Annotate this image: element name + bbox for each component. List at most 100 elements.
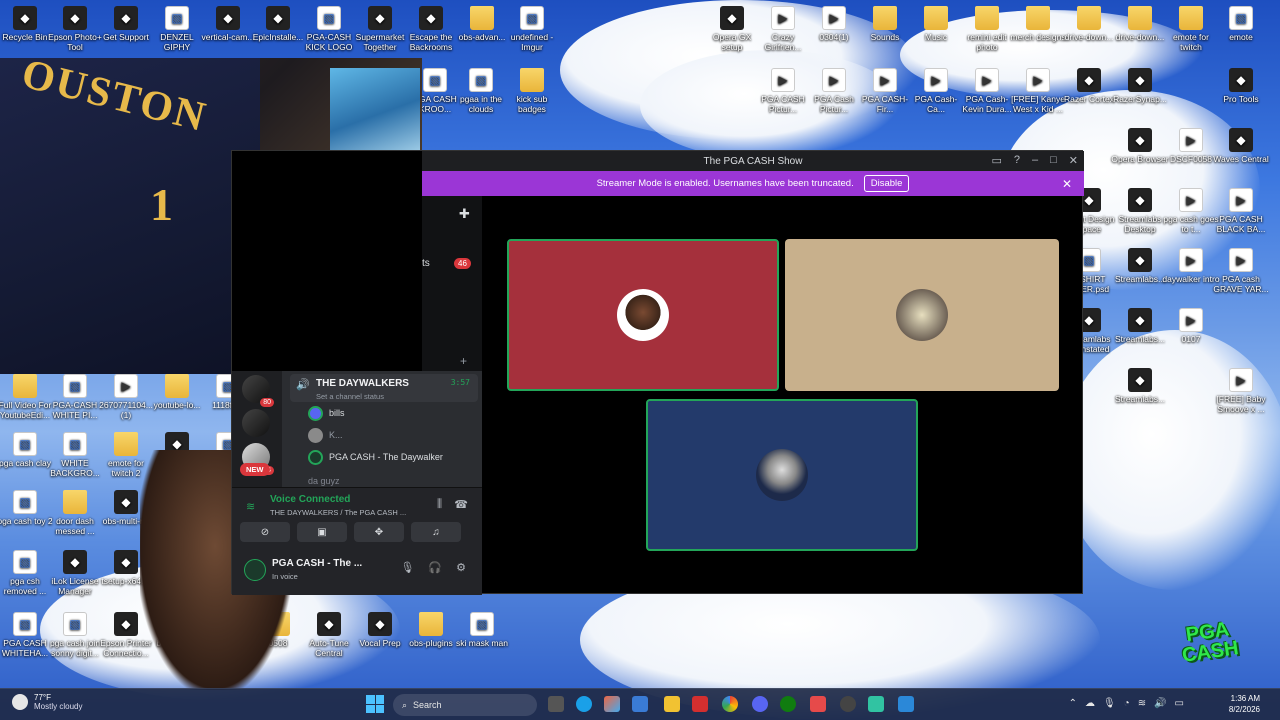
desktop-icon[interactable]: merch designs [1009, 6, 1067, 42]
desktop-icon[interactable]: ◆ Opera GX setup [703, 6, 761, 52]
mic-icon[interactable]: 🎙 [400, 561, 414, 574]
network-icon[interactable]: ◔ [1124, 698, 1130, 709]
desktop-icon[interactable]: ▧ undefined - Imgur [503, 6, 561, 52]
desktop-icon[interactable]: ◆ Opera Browser [1111, 128, 1169, 164]
mic-tray-icon[interactable]: 🎙 [1103, 698, 1116, 709]
close-icon[interactable]: ✕ [1069, 154, 1078, 167]
desktop-icon[interactable]: ▧ pgaa in the clouds [452, 68, 510, 114]
voice-connected-subtitle[interactable]: THE DAYWALKERS / The PGA CASH ... [270, 508, 406, 517]
taskbar-search[interactable]: ⌕ Search [393, 694, 537, 716]
desktop-icon[interactable]: ◆ Streamlabs Desktop [1111, 188, 1169, 234]
desktop-icon[interactable]: ▧ PGA-CASH KICK LOGO [300, 6, 358, 52]
app-icon[interactable] [898, 696, 914, 712]
desktop-icon[interactable]: ◆ RazerSynap... [1111, 68, 1169, 104]
voice-member[interactable]: bills [308, 405, 345, 421]
voice-member[interactable]: K... [308, 427, 343, 443]
start-button[interactable] [366, 695, 384, 713]
voice-channel-header[interactable]: 🔊 THE DAYWALKERS 3:57 Set a channel stat… [290, 374, 478, 402]
server-icon[interactable]: 80 [242, 375, 274, 407]
desktop-icon[interactable]: ▧ WHITE BACKGRO... [46, 432, 104, 478]
channel-status-input[interactable]: Set a channel status [316, 392, 384, 401]
desktop-icon[interactable]: ▶ PGA Cash Pictur... [805, 68, 863, 114]
headphones-icon[interactable]: 🎧 [428, 561, 442, 574]
desktop-icon[interactable]: Music [907, 6, 965, 42]
desktop-icon[interactable]: ◆ Streamlabs... [1111, 368, 1169, 404]
desktop-icon[interactable]: obs-plugins [402, 612, 460, 648]
desktop-icon[interactable]: youtube-lo... [148, 374, 206, 410]
obs-icon[interactable] [840, 696, 856, 712]
desktop-icon[interactable]: ▶ Crazy Girlfrien... [754, 6, 812, 52]
desktop-icon[interactable]: ▧ emote [1212, 6, 1270, 42]
desktop-icon[interactable]: ▶ PGA Cash-Ca... [907, 68, 965, 114]
task-view-icon[interactable] [548, 696, 564, 712]
desktop-icon[interactable]: ▶ [FREE] Baby Smoove x ... [1212, 368, 1270, 414]
voice-member[interactable]: PGA CASH - The Daywalker [308, 449, 443, 465]
chevron-up-icon[interactable]: ⌃ [1069, 698, 1077, 709]
maximize-icon[interactable]: □ [1050, 154, 1057, 167]
server-icon[interactable] [242, 409, 270, 437]
disconnect-icon[interactable]: ☎ [454, 498, 468, 511]
desktop-icon[interactable]: ◆ Get Support [97, 6, 155, 42]
desktop-icon[interactable]: ▧ ski mask man [453, 612, 511, 648]
video-tile-1[interactable] [507, 239, 779, 391]
desktop-icon[interactable]: ◆ EpicInstalle... [249, 6, 307, 42]
desktop-icon[interactable]: ▶ 0304(1) [805, 6, 863, 42]
weather-widget[interactable]: 77°F Mostly cloudy [12, 693, 82, 711]
activities-button[interactable]: ✥ [354, 522, 404, 542]
desktop-icon[interactable]: ▶ PGA CASH Pictur... [754, 68, 812, 114]
desktop-icon[interactable]: ▶ PGA cash GRAVE YAR... [1212, 248, 1270, 294]
username[interactable]: PGA CASH - The ... [272, 558, 362, 569]
desktop-icon[interactable]: ▶ [FREE] Kanye West x Kid ... [1009, 68, 1067, 114]
discord-icon[interactable] [752, 696, 768, 712]
file-explorer-icon[interactable] [664, 696, 680, 712]
desktop-icon[interactable]: door dash messed ... [46, 490, 104, 536]
desktop-icon[interactable]: ▶ 2670771104... (1) [97, 374, 155, 420]
desktop-icon[interactable]: Sounds [856, 6, 914, 42]
taskbar-clock[interactable]: 1:36 AM 8/2/2026 [1229, 693, 1260, 715]
desktop-icon[interactable]: ▧ DENZEL GIPHY [148, 6, 206, 52]
volume-icon[interactable]: 🔊 [1154, 698, 1166, 709]
streamlabs-icon[interactable] [868, 696, 884, 712]
add-friend-icon[interactable]: ✚ [459, 206, 470, 222]
window-titlebar[interactable]: The PGA CASH Show ▭ ? – □ ✕ [422, 151, 1084, 171]
desktop-icon[interactable]: ◆ Escape the Backrooms [402, 6, 460, 52]
desktop-icon[interactable]: kick sub badges [503, 68, 561, 114]
new-unreads-pill[interactable]: NEW [240, 463, 270, 476]
close-banner-icon[interactable]: ✕ [1062, 177, 1072, 191]
chrome-icon[interactable] [722, 696, 738, 712]
desktop-icon[interactable]: remini edit photo [958, 6, 1016, 52]
desktop-icon[interactable]: ◆ Epson Photo+ Tool [46, 6, 104, 52]
desktop-icon[interactable]: ◆ Waves Central [1212, 128, 1270, 164]
edge-icon[interactable] [576, 696, 592, 712]
video-tile-3[interactable] [646, 399, 918, 551]
disable-streamer-mode-button[interactable]: Disable [863, 175, 910, 192]
desktop-icon[interactable]: ▶ PGA Cash-Kevin Dura... [958, 68, 1016, 114]
screen-share-button[interactable]: ▣ [297, 522, 347, 542]
desktop-icon[interactable]: ▶ PGA CASH BLACK BA... [1212, 188, 1270, 234]
create-channel-icon[interactable]: + [460, 354, 467, 368]
desktop-icon[interactable]: drive-down... [1060, 6, 1118, 42]
desktop-icon[interactable]: ◆ Auto-Tune Central [300, 612, 358, 658]
desktop-icon[interactable]: ◆ iLok License Manager [46, 550, 104, 596]
desktop-icon[interactable]: drive-down... [1111, 6, 1169, 42]
desktop-icon[interactable]: ▶ PGA CASH-Fir... [856, 68, 914, 114]
onedrive-icon[interactable]: ☁ [1085, 698, 1095, 709]
desktop-icon[interactable]: ▶ 0107 [1162, 308, 1220, 344]
settings-gear-icon[interactable]: ⚙ [456, 561, 466, 574]
camera-toggle-button[interactable]: ⊘ [240, 522, 290, 542]
app-icon[interactable] [810, 696, 826, 712]
minimize-icon[interactable]: – [1032, 154, 1038, 167]
desktop-icon[interactable]: ◆ Pro Tools [1212, 68, 1270, 104]
xbox-icon[interactable] [780, 696, 796, 712]
desktop-icon[interactable]: ◆ Razer Cortex [1060, 68, 1118, 104]
desktop-icon[interactable]: ◆ Streamlabs... [1111, 308, 1169, 344]
avatar[interactable] [244, 559, 266, 581]
soundboard-button[interactable]: ♫ [411, 522, 461, 542]
desktop-icon[interactable]: ◆ Streamlabs... [1111, 248, 1169, 284]
desktop-icon[interactable]: ▧ PGA-CASH WHITE PI... [46, 374, 104, 420]
wifi-icon[interactable]: ≋ [1138, 698, 1146, 709]
desktop-icon[interactable]: ◆ Supermarket Together [351, 6, 409, 52]
noise-suppression-icon[interactable]: ⫼ [437, 498, 442, 511]
inbox-icon[interactable]: ▭ [991, 154, 1001, 167]
desktop-icon[interactable]: ◆ Vocal Prep [351, 612, 409, 648]
